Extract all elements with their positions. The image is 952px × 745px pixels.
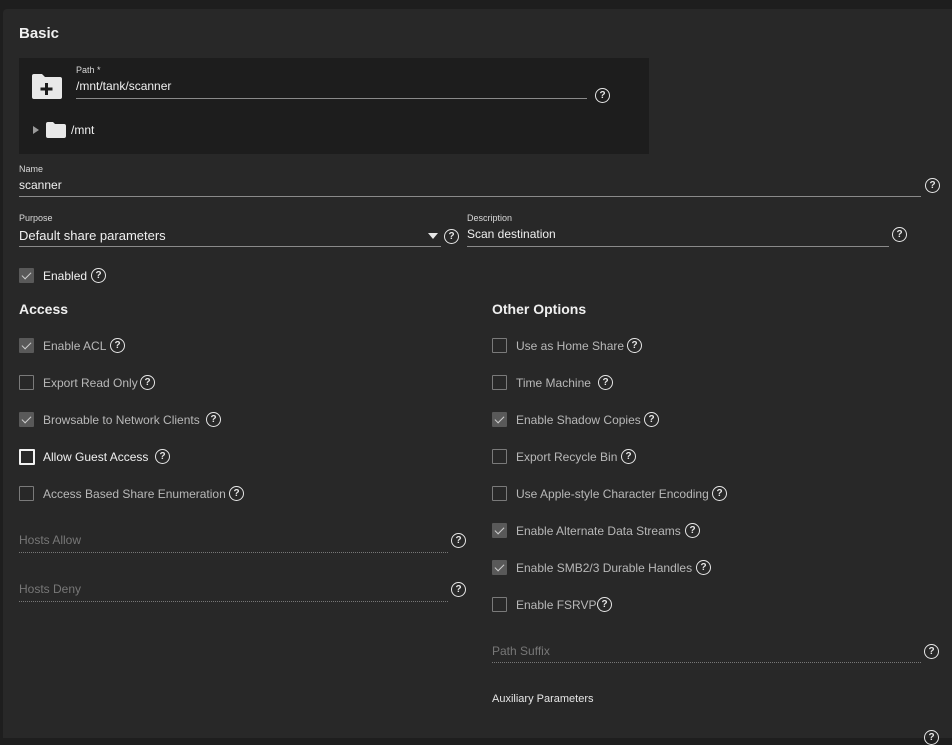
- purpose-help-icon[interactable]: ?: [444, 229, 459, 244]
- shadow-copies-help-icon[interactable]: ?: [644, 412, 659, 427]
- dropdown-arrow-icon[interactable]: [428, 233, 438, 239]
- alternate-streams-help-icon[interactable]: ?: [685, 523, 700, 538]
- export-read-only-label: Export Read Only: [43, 376, 138, 390]
- shadow-copies-label: Enable Shadow Copies: [516, 413, 641, 427]
- fsrvp-help-icon[interactable]: ?: [597, 597, 612, 612]
- hosts-allow-underline: [19, 552, 448, 553]
- hosts-allow-help-icon[interactable]: ?: [451, 533, 466, 548]
- time-machine-help-icon[interactable]: ?: [598, 375, 613, 390]
- description-underline: [467, 246, 889, 247]
- abse-checkbox[interactable]: [19, 486, 34, 501]
- name-label: Name: [19, 164, 44, 174]
- description-label: Description: [467, 213, 513, 223]
- auxiliary-parameters-label: Auxiliary Parameters: [492, 693, 594, 705]
- abse-help-icon[interactable]: ?: [229, 486, 244, 501]
- fsrvp-checkbox[interactable]: [492, 597, 507, 612]
- fsrvp-label: Enable FSRVP: [516, 598, 597, 612]
- enable-acl-checkbox[interactable]: [19, 338, 34, 353]
- path-explorer: Path * /mnt/tank/scanner ? /mnt: [19, 58, 649, 154]
- browsable-checkbox[interactable]: [19, 412, 34, 427]
- name-help-icon[interactable]: ?: [925, 178, 940, 193]
- description-help-icon[interactable]: ?: [892, 227, 907, 242]
- home-share-help-icon[interactable]: ?: [627, 338, 642, 353]
- allow-guest-access-label: Allow Guest Access: [43, 450, 149, 464]
- allow-guest-access-checkbox[interactable]: [19, 449, 35, 465]
- path-suffix-underline: [492, 662, 921, 663]
- abse-label: Access Based Share Enumeration: [43, 487, 226, 501]
- home-share-checkbox[interactable]: [492, 338, 507, 353]
- durable-handles-checkbox[interactable]: [492, 560, 507, 575]
- apple-encoding-label: Use Apple-style Character Encoding: [516, 487, 709, 501]
- hosts-allow-input[interactable]: Hosts Allow: [19, 533, 81, 547]
- purpose-label: Purpose: [19, 213, 53, 223]
- enable-acl-help-icon[interactable]: ?: [110, 338, 125, 353]
- hosts-deny-help-icon[interactable]: ?: [451, 582, 466, 597]
- enabled-label: Enabled: [43, 269, 88, 283]
- path-underline: [76, 98, 587, 99]
- path-suffix-help-icon[interactable]: ?: [924, 644, 939, 659]
- recycle-bin-label: Export Recycle Bin: [516, 450, 618, 464]
- export-read-only-help-icon[interactable]: ?: [140, 375, 155, 390]
- name-underline: [19, 196, 921, 197]
- recycle-bin-checkbox[interactable]: [492, 449, 507, 464]
- folder-icon: [46, 122, 66, 138]
- apple-encoding-help-icon[interactable]: ?: [712, 486, 727, 501]
- enabled-help-icon[interactable]: ?: [91, 268, 106, 283]
- alternate-streams-label: Enable Alternate Data Streams: [516, 524, 681, 538]
- section-title-access: Access: [19, 301, 69, 317]
- path-suffix-input[interactable]: Path Suffix: [492, 644, 550, 658]
- hosts-deny-input[interactable]: Hosts Deny: [19, 582, 81, 596]
- path-help-icon[interactable]: ?: [595, 88, 610, 103]
- path-label: Path *: [76, 65, 101, 75]
- export-read-only-checkbox[interactable]: [19, 375, 34, 390]
- durable-handles-label: Enable SMB2/3 Durable Handles: [516, 561, 693, 575]
- recycle-bin-help-icon[interactable]: ?: [621, 449, 636, 464]
- name-input[interactable]: scanner: [19, 178, 62, 192]
- tree-node-mnt[interactable]: /mnt: [71, 123, 94, 137]
- browsable-label: Browsable to Network Clients: [43, 413, 200, 427]
- hosts-deny-underline: [19, 601, 448, 602]
- shadow-copies-checkbox[interactable]: [492, 412, 507, 427]
- expand-arrow-icon[interactable]: [32, 126, 40, 134]
- add-folder-icon[interactable]: [31, 72, 63, 100]
- enabled-checkbox[interactable]: [19, 268, 34, 283]
- enable-acl-label: Enable ACL: [43, 339, 107, 353]
- time-machine-label: Time Machine: [516, 376, 591, 390]
- path-input[interactable]: /mnt/tank/scanner: [76, 79, 171, 93]
- section-title-basic: Basic: [19, 25, 60, 42]
- time-machine-checkbox[interactable]: [492, 375, 507, 390]
- alternate-streams-checkbox[interactable]: [492, 523, 507, 538]
- section-title-other-options: Other Options: [492, 301, 587, 317]
- apple-encoding-checkbox[interactable]: [492, 486, 507, 501]
- purpose-select[interactable]: Default share parameters: [19, 228, 166, 243]
- description-input[interactable]: Scan destination: [467, 227, 556, 241]
- purpose-underline: [19, 246, 441, 247]
- browsable-help-icon[interactable]: ?: [206, 412, 221, 427]
- durable-handles-help-icon[interactable]: ?: [696, 560, 711, 575]
- allow-guest-access-help-icon[interactable]: ?: [155, 449, 170, 464]
- home-share-label: Use as Home Share: [516, 339, 625, 353]
